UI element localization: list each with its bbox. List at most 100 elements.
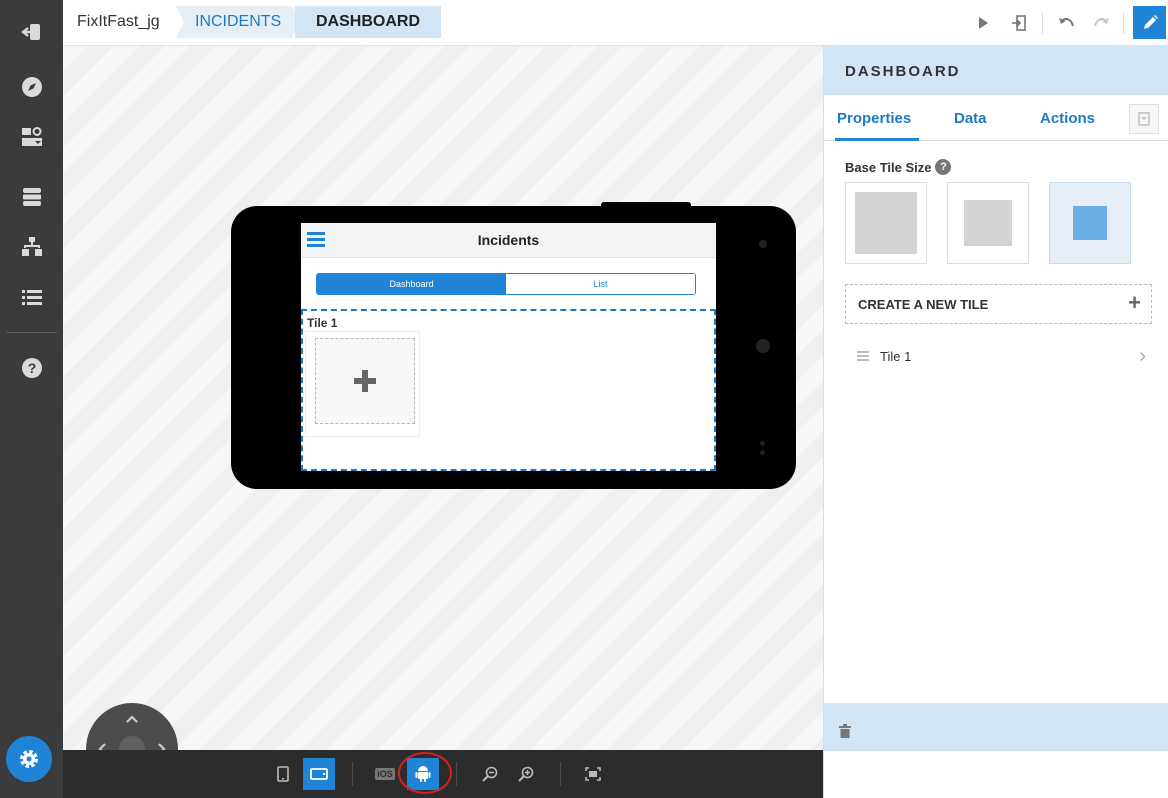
database-icon <box>22 188 41 206</box>
help-button[interactable]: ? <box>0 344 63 392</box>
chevron-right-icon: › <box>1139 345 1146 367</box>
tile-size-medium-preview <box>964 200 1012 246</box>
phone-dot <box>760 450 765 455</box>
help-icon[interactable]: ? <box>935 159 952 175</box>
bottom-toolbar: iOS <box>63 750 823 798</box>
segmented-control: Dashboard List <box>316 273 696 295</box>
run-button[interactable] <box>970 10 996 36</box>
delete-button[interactable] <box>839 724 851 743</box>
sidebar-divider <box>6 332 57 333</box>
tab-properties[interactable]: Properties <box>837 110 911 127</box>
tile-list-item[interactable]: Tile 1 › <box>845 342 1152 374</box>
segment-list[interactable]: List <box>506 274 695 294</box>
exit-button[interactable] <box>0 8 63 56</box>
zoom-out-icon <box>482 766 498 782</box>
panel-footer <box>824 703 1168 751</box>
export-icon <box>1012 15 1026 31</box>
fit-screen-button[interactable] <box>577 758 609 790</box>
panel-title: DASHBOARD <box>845 63 961 80</box>
tile-size-small[interactable] <box>1049 182 1131 264</box>
list-button[interactable] <box>0 273 63 321</box>
android-icon <box>415 766 431 782</box>
segment-dashboard[interactable]: Dashboard <box>317 274 506 294</box>
drag-handle-icon[interactable] <box>857 351 869 363</box>
breadcrumb-dashboard[interactable]: DASHBOARD <box>295 6 441 38</box>
toolbar-separator <box>1042 12 1043 34</box>
app-root: ? FixItFast_jg INCIDENTS DASHBOARD Incid… <box>0 0 1168 798</box>
landscape-button[interactable] <box>303 758 335 790</box>
collapse-panel-button[interactable] <box>1129 104 1159 134</box>
tile-size-large-preview <box>855 192 917 254</box>
components-button[interactable] <box>0 113 63 161</box>
database-button[interactable] <box>0 173 63 221</box>
help-icon: ? <box>21 358 42 378</box>
phone-camera <box>756 339 770 353</box>
zoom-in-button[interactable] <box>510 758 542 790</box>
tile-label: Tile 1 <box>307 316 338 330</box>
tile-container[interactable]: Tile 1 <box>301 309 716 471</box>
design-canvas[interactable]: Incidents Dashboard List Tile 1 <box>63 46 823 750</box>
plus-icon: + <box>1128 290 1141 315</box>
undo-button[interactable] <box>1054 10 1080 36</box>
compass-icon <box>21 77 42 97</box>
top-bar: FixItFast_jg INCIDENTS DASHBOARD <box>63 0 1168 46</box>
hierarchy-button[interactable] <box>0 223 63 271</box>
portrait-button[interactable] <box>267 758 299 790</box>
svg-text:?: ? <box>27 360 36 376</box>
fit-screen-icon <box>585 767 601 781</box>
active-tab-indicator <box>835 138 919 141</box>
hierarchy-icon <box>21 237 42 256</box>
breadcrumb-incidents[interactable]: INCIDENTS <box>176 6 300 38</box>
components-icon <box>21 127 42 146</box>
pencil-icon <box>1143 14 1158 29</box>
android-button[interactable] <box>407 758 439 790</box>
phone-landscape-icon <box>310 768 328 780</box>
zoom-in-icon <box>518 766 534 782</box>
ios-button[interactable]: iOS <box>369 758 401 790</box>
ios-icon: iOS <box>375 768 395 780</box>
toolbar-separator <box>456 762 457 786</box>
zoom-out-button[interactable] <box>474 758 506 790</box>
gear-icon <box>20 750 38 768</box>
tile-size-large[interactable] <box>845 182 927 264</box>
tile-size-small-preview <box>1073 206 1107 240</box>
redo-button[interactable] <box>1088 10 1114 36</box>
toolbar-separator <box>1123 12 1124 34</box>
app-header: Incidents <box>301 223 716 258</box>
panel-header: DASHBOARD <box>824 46 1168 95</box>
phone-screen: Incidents Dashboard List Tile 1 <box>301 223 716 471</box>
pan-up-button[interactable] <box>122 709 142 729</box>
chevron-up-icon <box>126 715 138 723</box>
create-new-tile-label: CREATE A NEW TILE <box>858 297 989 312</box>
left-sidebar: ? <box>0 0 63 798</box>
base-tile-size-label: Base Tile Size ? <box>845 159 952 175</box>
toolbar-separator <box>352 762 353 786</box>
phone-frame: Incidents Dashboard List Tile 1 <box>231 202 796 489</box>
base-tile-size-text: Base Tile Size <box>845 159 932 175</box>
list-icon <box>21 290 42 305</box>
tile-list-item-label: Tile 1 <box>880 349 912 364</box>
settings-button[interactable] <box>6 736 52 782</box>
breadcrumb-root[interactable]: FixItFast_jg <box>77 13 160 31</box>
add-content-button[interactable] <box>315 338 415 424</box>
properties-panel: DASHBOARD Properties Data Actions Base T… <box>823 46 1168 798</box>
undo-icon <box>1059 17 1074 27</box>
redo-icon <box>1094 17 1109 27</box>
tile-size-medium[interactable] <box>947 182 1029 264</box>
phone-sensor <box>759 240 767 248</box>
tab-data[interactable]: Data <box>954 110 987 127</box>
tile-card[interactable] <box>305 331 420 437</box>
phone-dot <box>760 441 765 446</box>
create-new-tile-button[interactable]: CREATE A NEW TILE + <box>845 284 1152 324</box>
plus-icon <box>354 370 376 392</box>
compass-button[interactable] <box>0 63 63 111</box>
toolbar-separator <box>560 762 561 786</box>
panel-tabs: Properties Data Actions <box>824 95 1168 141</box>
tab-actions[interactable]: Actions <box>1040 110 1095 127</box>
phone-button <box>601 202 691 210</box>
play-icon <box>979 17 988 29</box>
export-button[interactable] <box>1006 10 1032 36</box>
edit-button[interactable] <box>1133 6 1166 39</box>
exit-icon <box>20 24 40 40</box>
collapse-icon <box>1138 112 1150 126</box>
